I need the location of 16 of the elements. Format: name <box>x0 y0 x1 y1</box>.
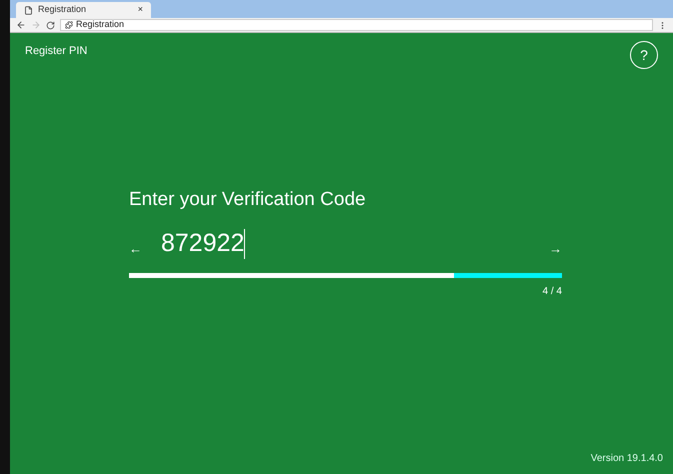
prompt-text: Enter your Verification Code <box>129 188 367 212</box>
browser-tab[interactable]: Registration × <box>16 2 151 18</box>
page-icon <box>24 6 33 14</box>
reload-icon[interactable] <box>46 20 55 30</box>
back-button[interactable]: ← <box>129 239 142 258</box>
puzzle-icon <box>65 21 73 29</box>
tab-title: Registration <box>38 3 88 16</box>
version-text: Version 19.1.4.0 <box>590 452 663 466</box>
address-bar[interactable]: Registration <box>60 19 653 31</box>
help-button[interactable]: ? <box>630 41 658 69</box>
step-counter: 4 / 4 <box>542 284 562 298</box>
tab-close-button[interactable]: × <box>138 3 143 17</box>
back-icon[interactable] <box>16 20 26 30</box>
page-title: Register PIN <box>25 44 88 59</box>
next-button[interactable]: → <box>549 239 562 258</box>
code-field[interactable]: 872922 <box>161 226 549 260</box>
